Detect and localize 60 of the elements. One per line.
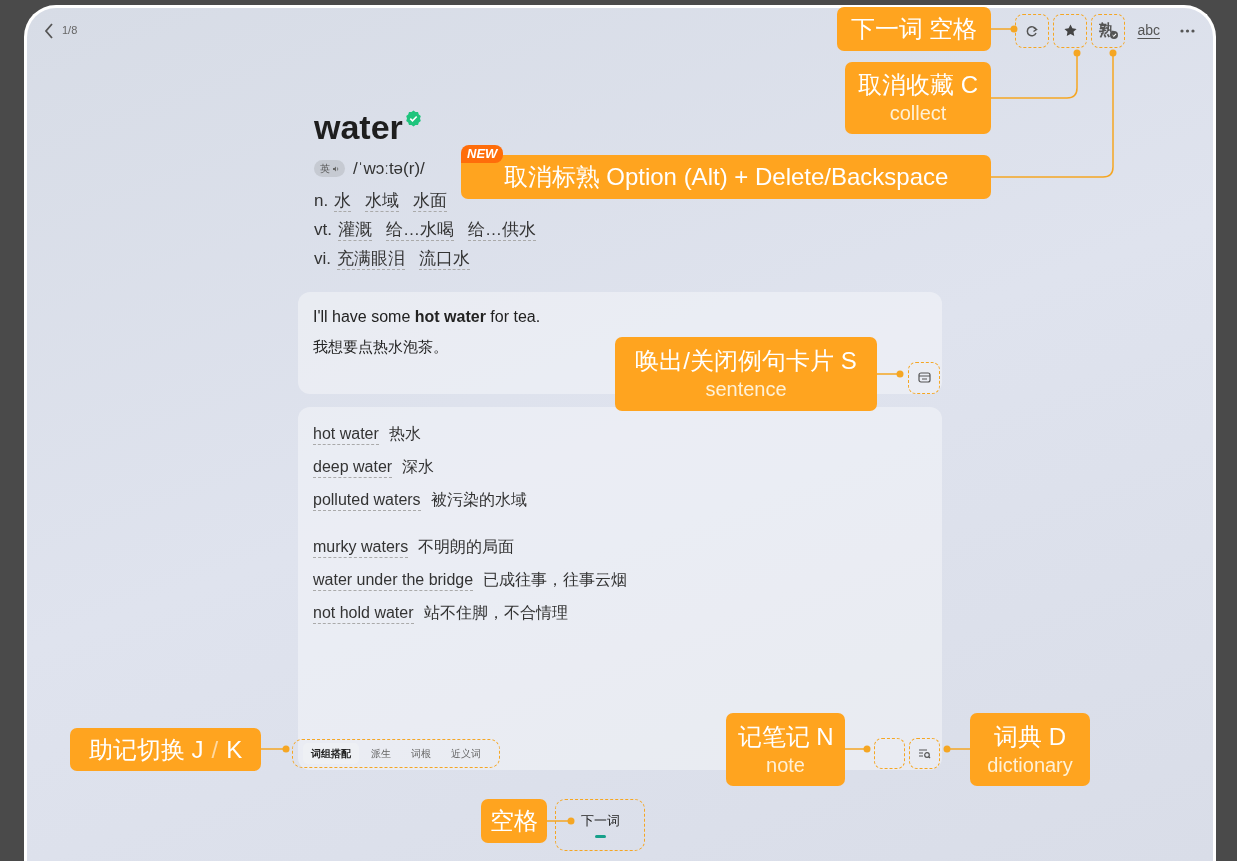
card-icon xyxy=(917,372,931,383)
phrase-meaning: 深水 xyxy=(402,457,435,475)
page-counter: 1/8 xyxy=(62,23,78,39)
part-of-speech: vt. xyxy=(314,219,332,239)
sentence-card-button[interactable] xyxy=(908,361,940,394)
example-sentence: I'll have some hot water for tea. xyxy=(313,306,541,327)
sense-link[interactable]: 水面 xyxy=(413,190,448,212)
callout-title: 取消标熟 Option (Alt) + Delete/Backspace xyxy=(502,162,950,192)
sense-link[interactable]: 流口水 xyxy=(419,248,470,270)
part-of-speech: vi. xyxy=(314,248,331,268)
sense-link[interactable]: 给…水喝 xyxy=(385,219,454,241)
callout-title: 助记切换 J xyxy=(88,735,204,763)
back-icon[interactable] xyxy=(44,22,54,39)
memory-tab[interactable]: 近义词 xyxy=(443,742,489,764)
callout-title: 空格 xyxy=(489,806,539,836)
part-of-speech: n. xyxy=(314,190,329,210)
example-translation: 我想要点热水泡茶。 xyxy=(313,336,448,357)
indicator-bar xyxy=(594,835,606,839)
phrase-meaning: 不明朗的局面 xyxy=(418,537,515,555)
phrase-link[interactable]: deep water xyxy=(313,456,393,478)
sense-link[interactable]: 水域 xyxy=(365,190,400,212)
separator-text: / xyxy=(211,735,219,763)
sense-link[interactable]: 灌溉 xyxy=(337,219,372,241)
pronounce-button[interactable]: 英 xyxy=(314,160,345,178)
memory-tab[interactable]: 派生 xyxy=(363,742,399,764)
phrase-link[interactable]: murky waters xyxy=(313,536,409,558)
phrase-link[interactable]: hot water xyxy=(313,423,379,445)
redo-icon xyxy=(1025,23,1040,38)
more-icon[interactable] xyxy=(1180,28,1195,33)
speaker-icon xyxy=(332,164,339,173)
sense-link[interactable]: 充满眼泪 xyxy=(337,248,405,270)
phrase-meaning: 热水 xyxy=(388,424,421,442)
memory-tab[interactable]: 词组搭配 xyxy=(303,742,359,764)
phrase-meaning: 被污染的水域 xyxy=(430,490,527,508)
callout-title: 下一词 空格 xyxy=(849,14,979,44)
new-badge: NEW xyxy=(461,145,504,163)
callout-subtitle: sentence xyxy=(704,377,788,402)
sense-link[interactable]: 水 xyxy=(334,190,352,212)
callout-title: 词典 D xyxy=(993,721,1067,752)
callout-key: K xyxy=(226,735,243,763)
callout-title: 记笔记 N xyxy=(736,721,835,752)
memory-tab[interactable]: 词根 xyxy=(403,742,439,764)
phrase-link[interactable]: not hold water xyxy=(313,602,414,624)
callout-subtitle: note xyxy=(765,752,806,778)
callout-title: 取消收藏 C xyxy=(857,70,979,100)
phrase-link[interactable]: polluted waters xyxy=(313,489,421,511)
star-icon xyxy=(1062,23,1078,38)
phrase-link[interactable]: water under the bridge xyxy=(313,569,474,591)
callout-subtitle: dictionary xyxy=(986,752,1074,778)
phrase-meaning: 已成往事，往事云烟 xyxy=(483,570,628,588)
headword: water xyxy=(314,107,403,148)
sense-link[interactable]: 给…供水 xyxy=(467,219,536,241)
phonetic: /ˈwɔːtə(r)/ xyxy=(353,158,425,180)
dictionary-button[interactable] xyxy=(909,737,940,769)
spelling-button[interactable]: abc xyxy=(1137,20,1160,41)
star-button[interactable] xyxy=(1053,13,1088,48)
phrase-meaning: 站不住脚，不合情理 xyxy=(423,603,568,621)
callout-subtitle: collect xyxy=(888,101,948,126)
search-list-icon xyxy=(918,747,931,759)
callout-title: 唤出/关闭例句卡片 S xyxy=(634,346,858,376)
